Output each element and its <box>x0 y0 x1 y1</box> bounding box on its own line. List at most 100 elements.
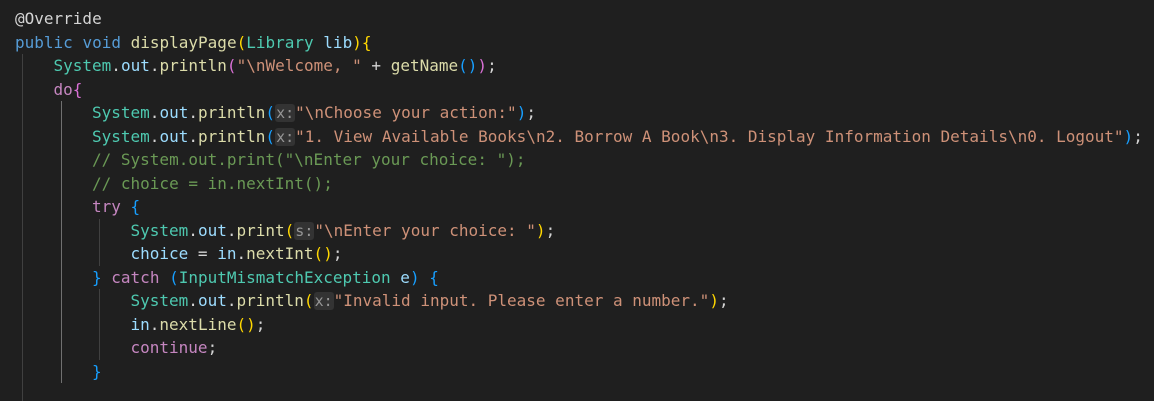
code-line[interactable]: System.out.println(x:"1. View Available … <box>15 124 1143 148</box>
code-token: { <box>130 197 141 216</box>
indent-guide <box>22 171 23 195</box>
indent-guide <box>60 289 62 313</box>
code-line-content: continue; <box>131 338 218 357</box>
code-token: ) <box>709 291 719 310</box>
code-token: System <box>53 56 112 75</box>
code-token: in <box>130 314 150 334</box>
code-line[interactable]: System.out.println("\nWelcome, " + getNa… <box>15 54 1143 78</box>
code-token: ) <box>535 220 546 240</box>
parameter-hint: s: <box>294 221 315 240</box>
code-token: { <box>72 79 83 99</box>
indent-guide <box>99 289 100 313</box>
code-token: ; <box>332 244 343 263</box>
code-line-content: System.out.print(s:"\nEnter your choice:… <box>130 220 556 240</box>
indent-guide <box>22 148 23 172</box>
code-line[interactable]: public void displayPage(Library lib){ <box>15 31 1143 55</box>
parameter-hint: x: <box>275 104 296 122</box>
code-token: . <box>111 56 121 75</box>
code-token: ( <box>313 244 324 263</box>
code-token: println <box>159 56 227 75</box>
code-token: displayPage <box>130 32 237 52</box>
code-token: ) <box>1123 126 1134 146</box>
code-line[interactable]: in.nextLine(); <box>15 312 1143 336</box>
code-token: . <box>188 126 198 146</box>
code-token: println <box>236 291 304 310</box>
code-token: . <box>149 126 160 146</box>
code-lines[interactable]: @Override public void displayPage(Library… <box>15 7 1143 401</box>
code-token: ) <box>323 244 333 263</box>
code-line[interactable]: System.out.println(x:"Invalid input. Ple… <box>15 289 1143 313</box>
code-line[interactable]: System.out.println(x:"\nChoose your acti… <box>15 101 1143 125</box>
code-token: ; <box>1133 126 1143 146</box>
code-line[interactable]: do{ <box>15 77 1143 101</box>
indent-guide <box>22 77 23 101</box>
indent-guide <box>60 312 62 336</box>
code-line-content: do{ <box>54 80 83 99</box>
code-token: @Override <box>15 9 102 28</box>
indent-guide <box>22 218 23 242</box>
code-token: out <box>159 103 189 122</box>
indent-guide <box>22 242 23 266</box>
code-line[interactable]: } catch (InputMismatchException e) { <box>15 265 1143 289</box>
code-editor[interactable]: @Override public void displayPage(Library… <box>0 0 1154 401</box>
indent-guide <box>99 242 100 266</box>
code-line-content: } <box>92 362 102 381</box>
indent-guide <box>22 195 23 219</box>
code-token: ) <box>516 103 527 122</box>
code-token: "1. View Available Books\n2. Borrow A Bo… <box>295 126 1124 146</box>
code-line-content: // System.out.print("\nEnter your choice… <box>92 150 525 169</box>
code-line[interactable]: continue; <box>15 336 1143 360</box>
code-token: ( <box>236 314 247 334</box>
code-line[interactable]: choice = in.nextInt(); <box>15 242 1143 266</box>
code-token: ) <box>477 56 488 75</box>
code-token: catch <box>111 267 160 287</box>
code-token: ; <box>526 103 536 122</box>
code-token: + <box>361 56 391 75</box>
indent-guide <box>60 218 62 242</box>
code-token: ; <box>718 291 729 310</box>
code-token: ( <box>265 103 276 122</box>
code-token: System <box>130 220 189 240</box>
indent-guide <box>60 148 62 172</box>
indent-guide <box>22 289 23 313</box>
code-token: . <box>236 244 247 263</box>
indent-guide <box>22 383 23 401</box>
code-line[interactable]: System.out.print(s:"\nEnter your choice:… <box>15 218 1143 242</box>
code-token: Library <box>246 32 314 52</box>
code-line[interactable]: // System.out.print("\nEnter your choice… <box>15 148 1143 172</box>
code-token: continue <box>130 338 208 357</box>
code-token: . <box>188 103 198 122</box>
code-line-content: System.out.println("\nWelcome, " + getNa… <box>54 56 497 75</box>
code-token: ; <box>545 220 556 240</box>
code-line[interactable]: // choice = in.nextInt(); <box>15 171 1143 195</box>
indent-guide <box>99 312 100 336</box>
code-token: out <box>120 56 150 75</box>
code-token: lib <box>323 32 353 52</box>
code-token: e <box>400 267 410 287</box>
code-token: System <box>130 291 189 310</box>
code-token: . <box>188 291 198 310</box>
parameter-hint: x: <box>275 127 296 146</box>
indent-guide <box>60 195 62 219</box>
code-token: "Invalid input. Please enter a number." <box>333 291 710 310</box>
code-token: out <box>159 126 189 146</box>
code-token: . <box>188 220 198 240</box>
code-line[interactable]: try { <box>15 195 1143 219</box>
code-line[interactable]: } <box>15 359 1143 383</box>
code-token: void <box>82 32 121 52</box>
code-token: = <box>188 244 218 263</box>
indent-guide <box>22 265 23 289</box>
code-line[interactable]: @Override <box>15 7 1143 31</box>
code-line-content: } catch (InputMismatchException e) { <box>92 268 439 287</box>
code-line[interactable] <box>15 383 1143 401</box>
code-token: ) <box>467 56 478 75</box>
code-token: out <box>197 291 227 310</box>
code-token: println <box>197 126 266 146</box>
code-token: ) <box>409 267 420 287</box>
code-token: getName <box>390 56 459 75</box>
